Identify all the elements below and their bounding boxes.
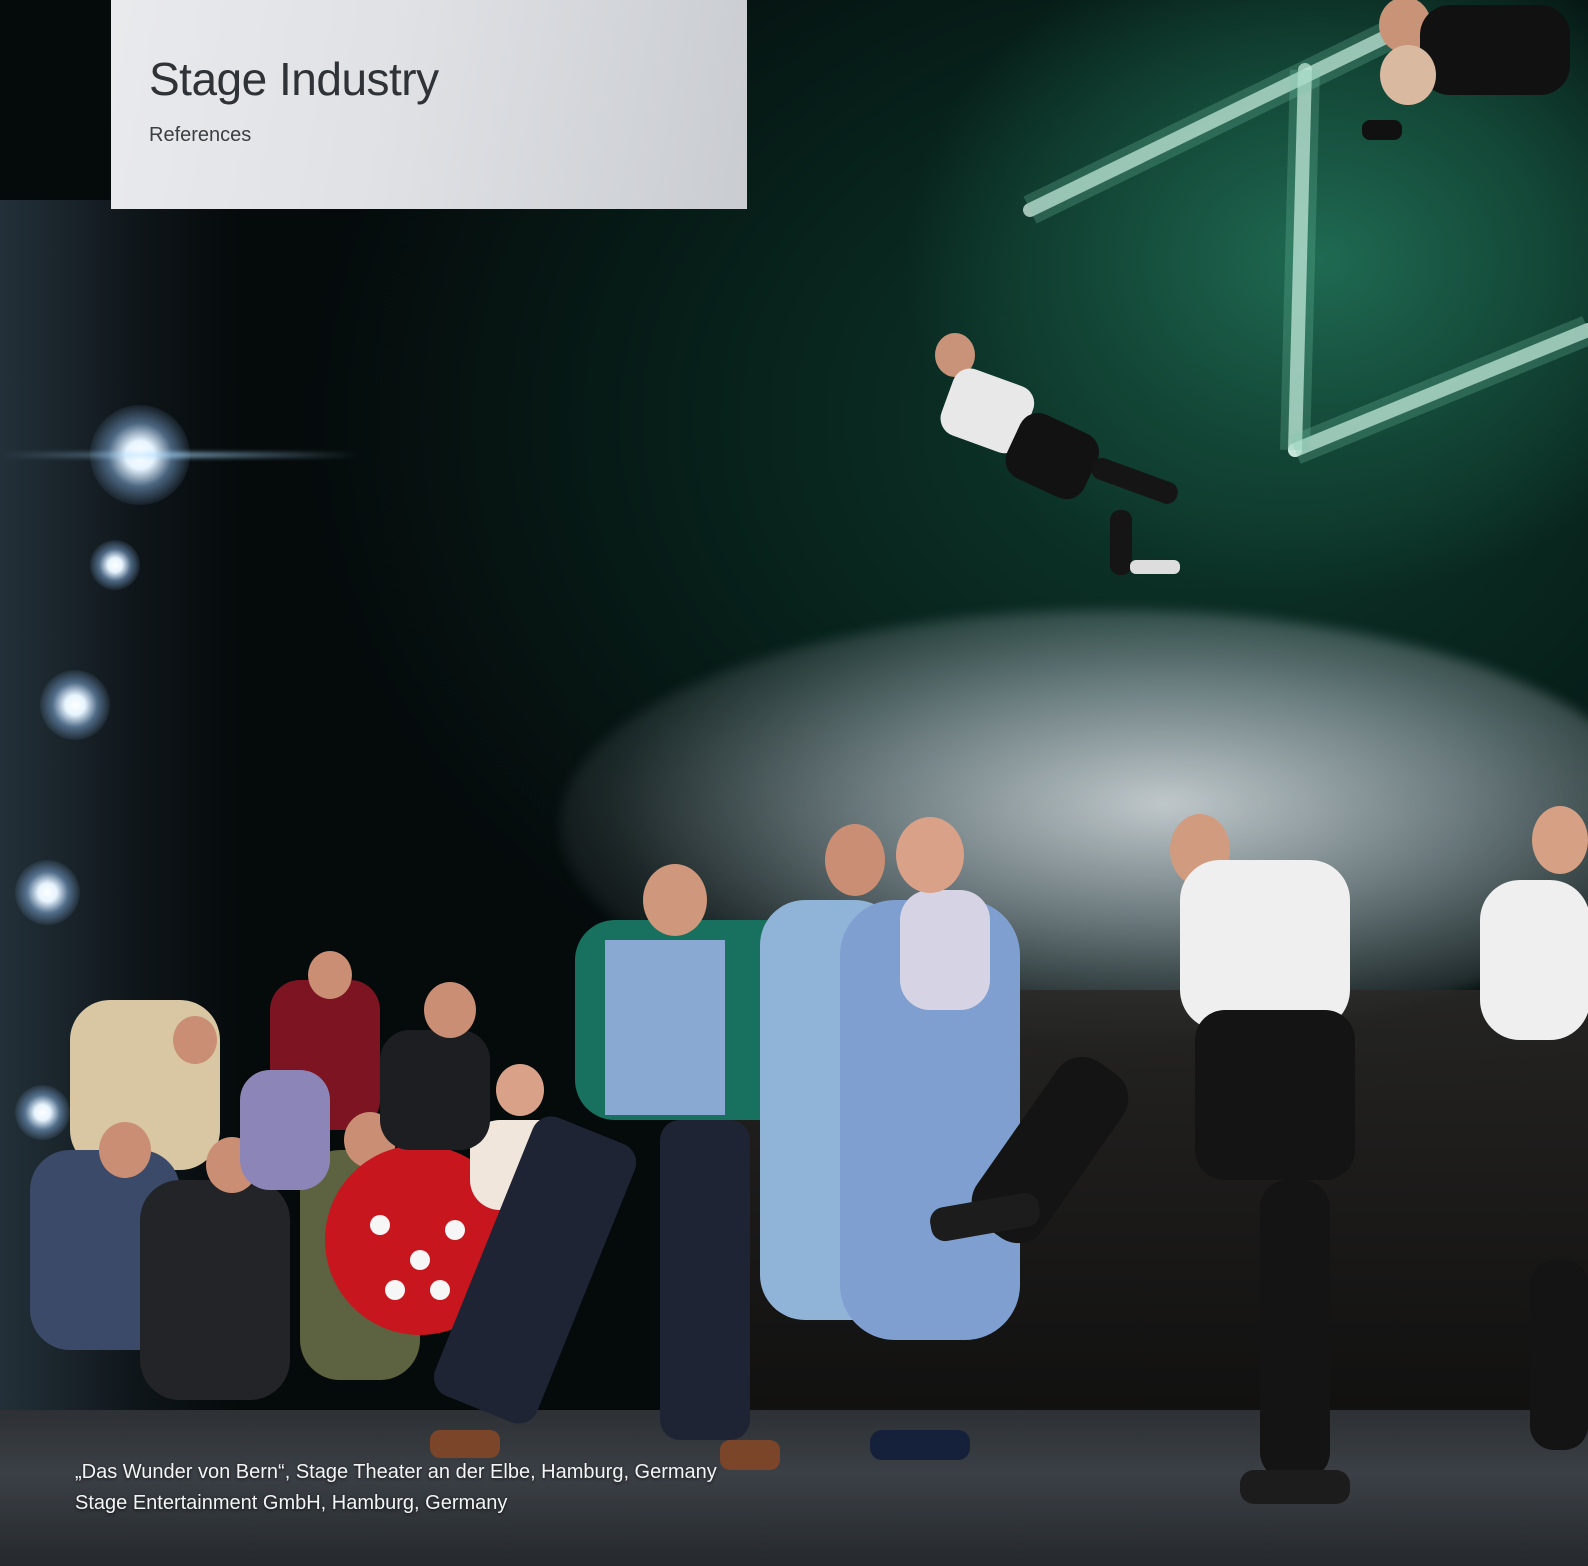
- caption-line-company: Stage Entertainment GmbH, Hamburg, Germa…: [75, 1492, 508, 1514]
- page-title: Stage Industry: [149, 53, 439, 105]
- women-hugging-figure: [760, 817, 1020, 1460]
- goalkeeper-figure: [1362, 0, 1570, 140]
- photo-caption: „Das Wunder von Bern“, Stage Theater an …: [75, 1457, 717, 1519]
- player-right-figure: [1480, 806, 1588, 1450]
- caption-line-production: „Das Wunder von Bern“, Stage Theater an …: [75, 1461, 717, 1483]
- header-card: Stage Industry References: [111, 0, 747, 209]
- performers: [30, 0, 1588, 1504]
- flying-player-figure: [935, 333, 1180, 575]
- page-subtitle: References: [149, 124, 252, 146]
- page: Stage Industry References „Das Wunder vo…: [0, 0, 1588, 1566]
- stage-photo: [0, 0, 1588, 1566]
